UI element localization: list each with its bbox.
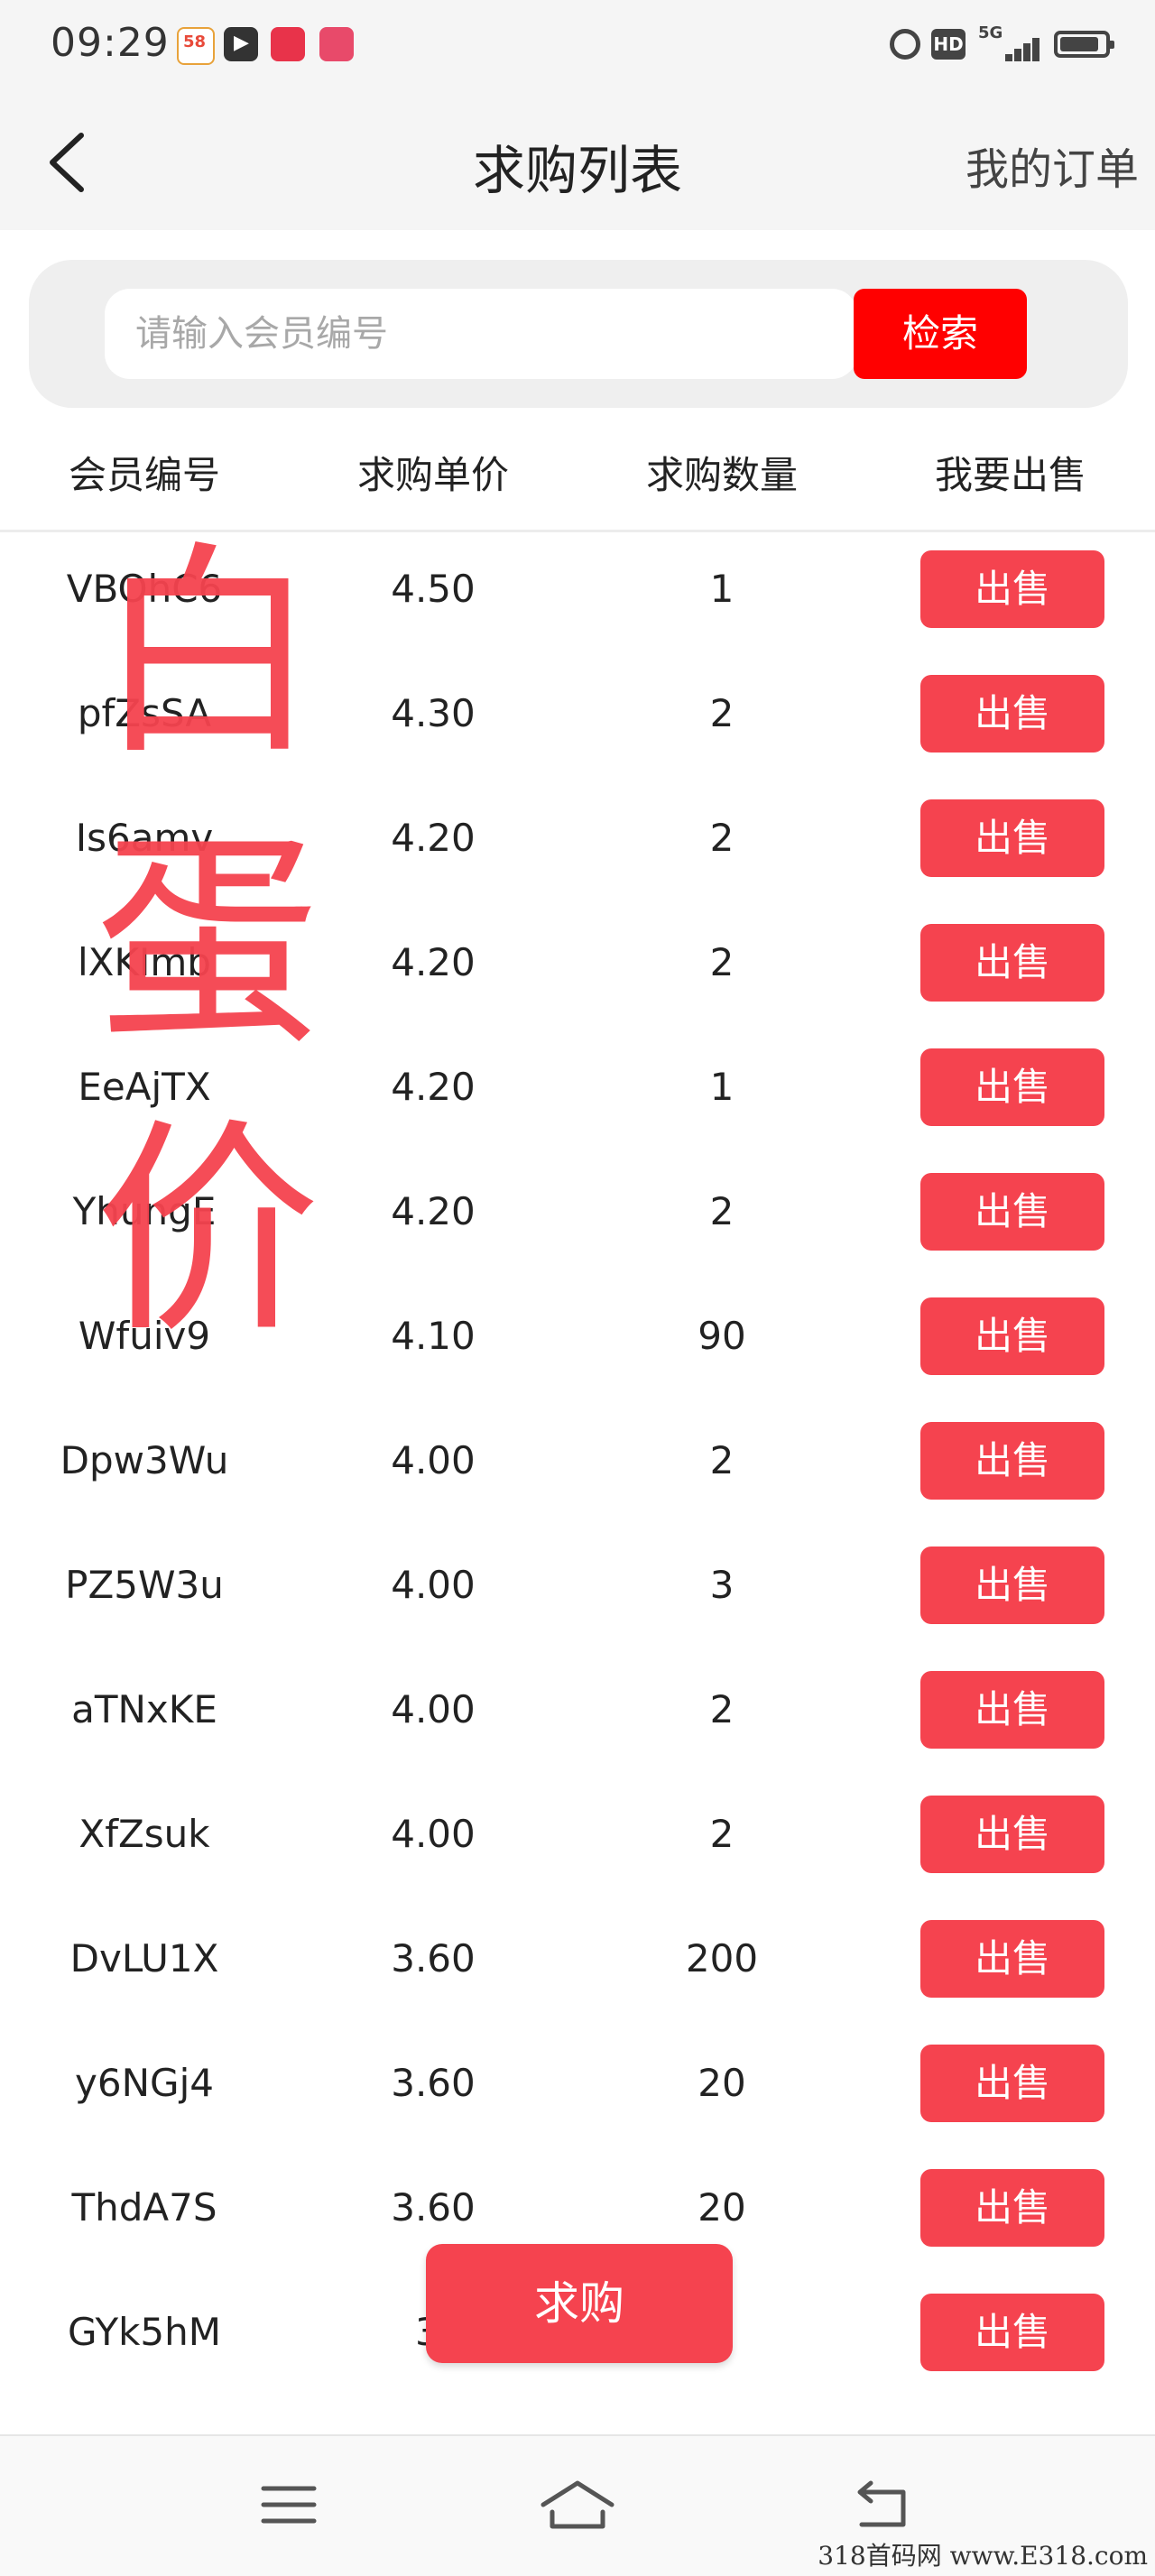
sell-button[interactable]: 出售 bbox=[920, 550, 1104, 628]
back-icon[interactable] bbox=[835, 2469, 925, 2541]
battery-icon bbox=[1054, 31, 1114, 58]
quantity: 1 bbox=[709, 567, 735, 611]
table-header: 会员编号 求购单价 求购数量 我要出售 bbox=[0, 411, 1155, 532]
search-button[interactable]: 检索 bbox=[854, 289, 1027, 379]
58-app-icon: 58 bbox=[177, 27, 215, 65]
sell-button[interactable]: 出售 bbox=[920, 1920, 1104, 1998]
unit-price: 4.00 bbox=[391, 1438, 476, 1482]
unit-price: 3.60 bbox=[391, 1936, 476, 1980]
sell-button[interactable]: 出售 bbox=[920, 1547, 1104, 1624]
unit-price: 4.50 bbox=[391, 567, 476, 611]
unit-price: 4.20 bbox=[391, 940, 476, 984]
sell-button[interactable]: 出售 bbox=[920, 799, 1104, 877]
quantity: 2 bbox=[709, 1687, 735, 1731]
system-nav-bar: 318首码网 www.E318.com bbox=[0, 2434, 1155, 2576]
home-icon[interactable] bbox=[532, 2469, 623, 2541]
member-id: y6NGj4 bbox=[75, 2061, 214, 2105]
quantity: 2 bbox=[709, 940, 735, 984]
column-header-price: 求购单价 bbox=[356, 453, 509, 497]
red-packet-icon bbox=[271, 27, 305, 61]
sell-button[interactable]: 出售 bbox=[920, 2045, 1104, 2122]
unit-price: 4.00 bbox=[391, 1687, 476, 1731]
network-label: 5G bbox=[978, 23, 1003, 42]
table-row: DvLU1X 3.60 200 出售 bbox=[0, 1904, 1155, 2028]
status-indicators: HD 5G bbox=[839, 23, 1114, 65]
quantity: 2 bbox=[709, 1438, 735, 1482]
alarm-icon bbox=[890, 29, 920, 60]
sell-button[interactable]: 出售 bbox=[920, 1173, 1104, 1251]
table-row: y6NGj4 3.60 20 出售 bbox=[0, 2028, 1155, 2153]
sell-button[interactable]: 出售 bbox=[920, 1048, 1104, 1126]
unit-price: 3.60 bbox=[391, 2061, 476, 2105]
sell-button[interactable]: 出售 bbox=[920, 1297, 1104, 1375]
video-player-icon: ▶ bbox=[224, 27, 258, 61]
column-header-quantity: 求购数量 bbox=[645, 453, 798, 497]
footer-watermark: 318首码网 www.E318.com bbox=[818, 2541, 1148, 2571]
sell-button[interactable]: 出售 bbox=[920, 2294, 1104, 2371]
column-header-sell: 我要出售 bbox=[934, 453, 1086, 497]
quantity: 20 bbox=[698, 2185, 746, 2230]
header: 求购列表 我的订单 bbox=[0, 90, 1155, 230]
member-id: ThdA7S bbox=[71, 2185, 217, 2230]
member-id: GYk5hM bbox=[67, 2310, 221, 2354]
quantity: 2 bbox=[709, 1812, 735, 1856]
buy-request-button[interactable]: 求购 bbox=[426, 2244, 733, 2363]
my-orders-link[interactable]: 我的订单 bbox=[966, 134, 1139, 197]
signal-icon: 5G bbox=[978, 23, 1040, 65]
sell-button[interactable]: 出售 bbox=[920, 1796, 1104, 1873]
member-id: Dpw3Wu bbox=[60, 1438, 229, 1482]
unit-price: 4.30 bbox=[391, 691, 476, 735]
member-id-search-input[interactable] bbox=[105, 289, 857, 379]
quantity: 2 bbox=[709, 816, 735, 860]
sell-button[interactable]: 出售 bbox=[920, 1422, 1104, 1500]
member-id: PZ5W3u bbox=[65, 1563, 224, 1607]
menu-icon[interactable] bbox=[244, 2469, 334, 2541]
table-row: XfZsuk 4.00 2 出售 bbox=[0, 1779, 1155, 1904]
member-id: aTNxKE bbox=[71, 1687, 217, 1731]
unit-price: 4.20 bbox=[391, 1189, 476, 1233]
overlay-char: 蛋 bbox=[95, 811, 320, 1074]
overlay-char: 白 bbox=[95, 522, 320, 785]
unit-price: 4.10 bbox=[391, 1314, 476, 1358]
table-row: PZ5W3u 4.00 3 出售 bbox=[0, 1530, 1155, 1655]
quantity: 90 bbox=[698, 1314, 746, 1358]
column-header-member: 会员编号 bbox=[68, 453, 220, 497]
member-id: DvLU1X bbox=[69, 1936, 219, 1980]
unit-price: 4.20 bbox=[391, 1065, 476, 1109]
status-bar: 09:29 58 ▶ HD 5G bbox=[0, 0, 1155, 90]
member-id: XfZsuk bbox=[79, 1812, 210, 1856]
quantity: 3 bbox=[709, 1563, 735, 1607]
sell-button[interactable]: 出售 bbox=[920, 2169, 1104, 2247]
quantity: 2 bbox=[709, 691, 735, 735]
quantity: 200 bbox=[685, 1936, 759, 1980]
quantity: 2 bbox=[709, 1189, 735, 1233]
unit-price: 4.00 bbox=[391, 1812, 476, 1856]
sell-button[interactable]: 出售 bbox=[920, 675, 1104, 752]
quantity: 20 bbox=[698, 2061, 746, 2105]
status-time: 09:29 bbox=[51, 20, 170, 66]
unit-price: 3.60 bbox=[391, 2185, 476, 2230]
overlay-char: 价 bbox=[95, 1100, 320, 1362]
table-row: Dpw3Wu 4.00 2 出售 bbox=[0, 1406, 1155, 1530]
camera-app-icon bbox=[319, 27, 354, 61]
quantity: 1 bbox=[709, 1065, 735, 1109]
hd-badge: HD bbox=[931, 29, 966, 60]
table-row: aTNxKE 4.00 2 出售 bbox=[0, 1655, 1155, 1779]
unit-price: 4.20 bbox=[391, 816, 476, 860]
unit-price: 4.00 bbox=[391, 1563, 476, 1607]
search-bar: 检索 bbox=[29, 260, 1128, 408]
sell-button[interactable]: 出售 bbox=[920, 1671, 1104, 1749]
sell-button[interactable]: 出售 bbox=[920, 924, 1104, 1002]
